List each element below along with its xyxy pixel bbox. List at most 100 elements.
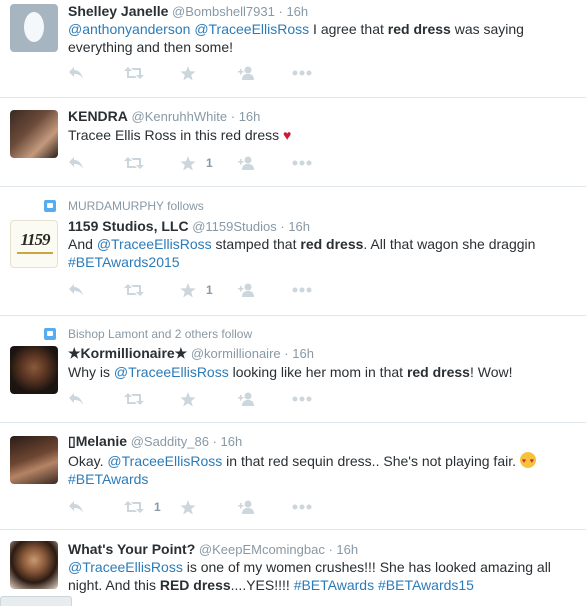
- user-handle[interactable]: @KeepEMcomingbac: [199, 542, 325, 557]
- avatar-default-egg[interactable]: [10, 4, 58, 52]
- timestamp[interactable]: 16h: [288, 219, 310, 234]
- social-context-text[interactable]: MURDAMURPHY follows: [68, 199, 204, 213]
- favorite-button[interactable]: [180, 389, 236, 409]
- tweet: Shelley Janelle @Bombshell7931 · 16h @an…: [0, 0, 586, 98]
- avatar[interactable]: [10, 110, 58, 158]
- retweet-button[interactable]: [124, 153, 180, 173]
- hashtag-link[interactable]: #BETAwards: [68, 471, 148, 487]
- highlighted-keyword: red dress: [387, 21, 451, 37]
- retweet-button[interactable]: 1: [124, 497, 180, 517]
- timestamp[interactable]: 16h: [286, 4, 308, 19]
- social-context-text[interactable]: Bishop Lamont and 2 others follow: [68, 327, 252, 341]
- retweet-button[interactable]: [124, 389, 180, 409]
- user-handle[interactable]: @Saddity_86: [131, 434, 209, 449]
- user-name[interactable]: Melanie: [76, 433, 127, 449]
- favorite-button[interactable]: [180, 63, 236, 83]
- text-segment: in that red sequin dress.. She's not pla…: [222, 453, 520, 469]
- mention-link[interactable]: @TraceeEllisRoss: [194, 21, 309, 37]
- tweet: Bishop Lamont and 2 others follow ★Kormi…: [0, 316, 586, 423]
- retweet-icon: [124, 392, 144, 406]
- favorite-star-icon: [180, 65, 196, 81]
- more-options-icon: [292, 396, 312, 402]
- user-name[interactable]: 1159 Studios, LLC: [68, 218, 189, 234]
- tweet-text: Why is @TraceeEllisRoss looking like her…: [68, 363, 574, 381]
- follow-button[interactable]: [236, 153, 292, 173]
- retweet-button[interactable]: [124, 280, 180, 300]
- user-handle[interactable]: @Bombshell7931: [172, 4, 275, 19]
- avatar[interactable]: [10, 346, 58, 394]
- user-name[interactable]: ★Kormillionaire★: [68, 345, 187, 361]
- follow-context-icon: [44, 328, 56, 340]
- timestamp[interactable]: 16h: [292, 346, 314, 361]
- more-options-button[interactable]: [292, 63, 348, 83]
- follow-button[interactable]: [236, 389, 292, 409]
- more-options-button[interactable]: [292, 153, 348, 173]
- user-name-glyph: ▯: [68, 433, 76, 449]
- follow-icon: [236, 66, 256, 80]
- text-segment: ....YES!!!!: [230, 577, 294, 593]
- favorite-button[interactable]: 1: [180, 280, 236, 300]
- timestamp[interactable]: 16h: [221, 434, 243, 449]
- social-context: Bishop Lamont and 2 others follow: [44, 327, 252, 341]
- hashtag-link[interactable]: #BETAwards15: [378, 577, 474, 593]
- favorite-button[interactable]: 1: [180, 153, 236, 173]
- follow-icon: [236, 392, 256, 406]
- tweet-header: 1159 Studios, LLC @1159Studios · 16h: [68, 218, 310, 234]
- tweet: MURDAMURPHY follows 1159 1159 Studios, L…: [0, 187, 586, 316]
- tweet-actions: 1: [68, 153, 348, 173]
- hashtag-link[interactable]: #BETAwards2015: [68, 254, 180, 270]
- more-options-button[interactable]: [292, 280, 348, 300]
- text-segment: stamped that: [211, 236, 301, 252]
- more-options-button[interactable]: [292, 497, 348, 517]
- retweet-button[interactable]: [124, 63, 180, 83]
- retweet-icon: [124, 283, 144, 297]
- heart-eyes-emoji-icon: [519, 452, 536, 471]
- text-segment: Okay.: [68, 453, 108, 469]
- favorite-star-icon: [180, 391, 196, 407]
- reply-button[interactable]: [68, 63, 124, 83]
- more-options-button[interactable]: [292, 389, 348, 409]
- text-segment: looking like her mom in that: [228, 364, 407, 380]
- separator: ·: [280, 219, 285, 234]
- user-handle[interactable]: @KenruhhWhite: [132, 109, 228, 124]
- follow-button[interactable]: [236, 280, 292, 300]
- favorite-button[interactable]: [180, 497, 236, 517]
- tweet-header: KENDRA @KenruhhWhite · 16h: [68, 108, 260, 124]
- reply-icon: [68, 500, 84, 514]
- user-name[interactable]: KENDRA: [68, 108, 128, 124]
- studio-logo: 1159: [20, 230, 50, 249]
- tweet-header: Shelley Janelle @Bombshell7931 · 16h: [68, 3, 308, 19]
- avatar[interactable]: 1159: [10, 220, 58, 268]
- mention-link[interactable]: @TraceeEllisRoss: [97, 236, 212, 252]
- mention-link[interactable]: @TraceeEllisRoss: [107, 453, 222, 469]
- tweet-actions: [68, 63, 348, 83]
- avatar[interactable]: [10, 436, 58, 484]
- tweet-text: @TraceeEllisRoss is one of my women crus…: [68, 558, 574, 594]
- reply-button[interactable]: [68, 153, 124, 173]
- tweet-text: And @TraceeEllisRoss stamped that red dr…: [68, 235, 574, 271]
- timestamp[interactable]: 16h: [336, 542, 358, 557]
- separator: ·: [328, 542, 333, 557]
- tweet-header: What's Your Point? @KeepEMcomingbac · 16…: [68, 541, 358, 557]
- reply-button[interactable]: [68, 280, 124, 300]
- avatar[interactable]: [10, 541, 58, 589]
- text-segment: And: [68, 236, 97, 252]
- mention-link[interactable]: @TraceeEllisRoss: [114, 364, 229, 380]
- user-name[interactable]: What's Your Point?: [68, 541, 195, 557]
- reply-button[interactable]: [68, 389, 124, 409]
- mention-link[interactable]: @TraceeEllisRoss: [68, 559, 183, 575]
- mention-link[interactable]: @anthonyanderson: [68, 21, 190, 37]
- follow-button[interactable]: [236, 63, 292, 83]
- user-handle[interactable]: @1159Studios: [192, 219, 277, 234]
- user-handle[interactable]: @kormillionaire: [191, 346, 281, 361]
- hashtag-link[interactable]: #BETAwards: [294, 577, 374, 593]
- follow-button[interactable]: [236, 497, 292, 517]
- more-options-icon: [292, 504, 312, 510]
- tweet: ▯Melanie @Saddity_86 · 16h Okay. @Tracee…: [0, 423, 586, 530]
- user-name[interactable]: Shelley Janelle: [68, 3, 168, 19]
- reply-button[interactable]: [68, 497, 124, 517]
- tweet-text: @anthonyanderson @TraceeEllisRoss I agre…: [68, 20, 574, 56]
- timestamp[interactable]: 16h: [239, 109, 261, 124]
- separator: ·: [212, 434, 217, 449]
- reply-icon: [68, 392, 84, 406]
